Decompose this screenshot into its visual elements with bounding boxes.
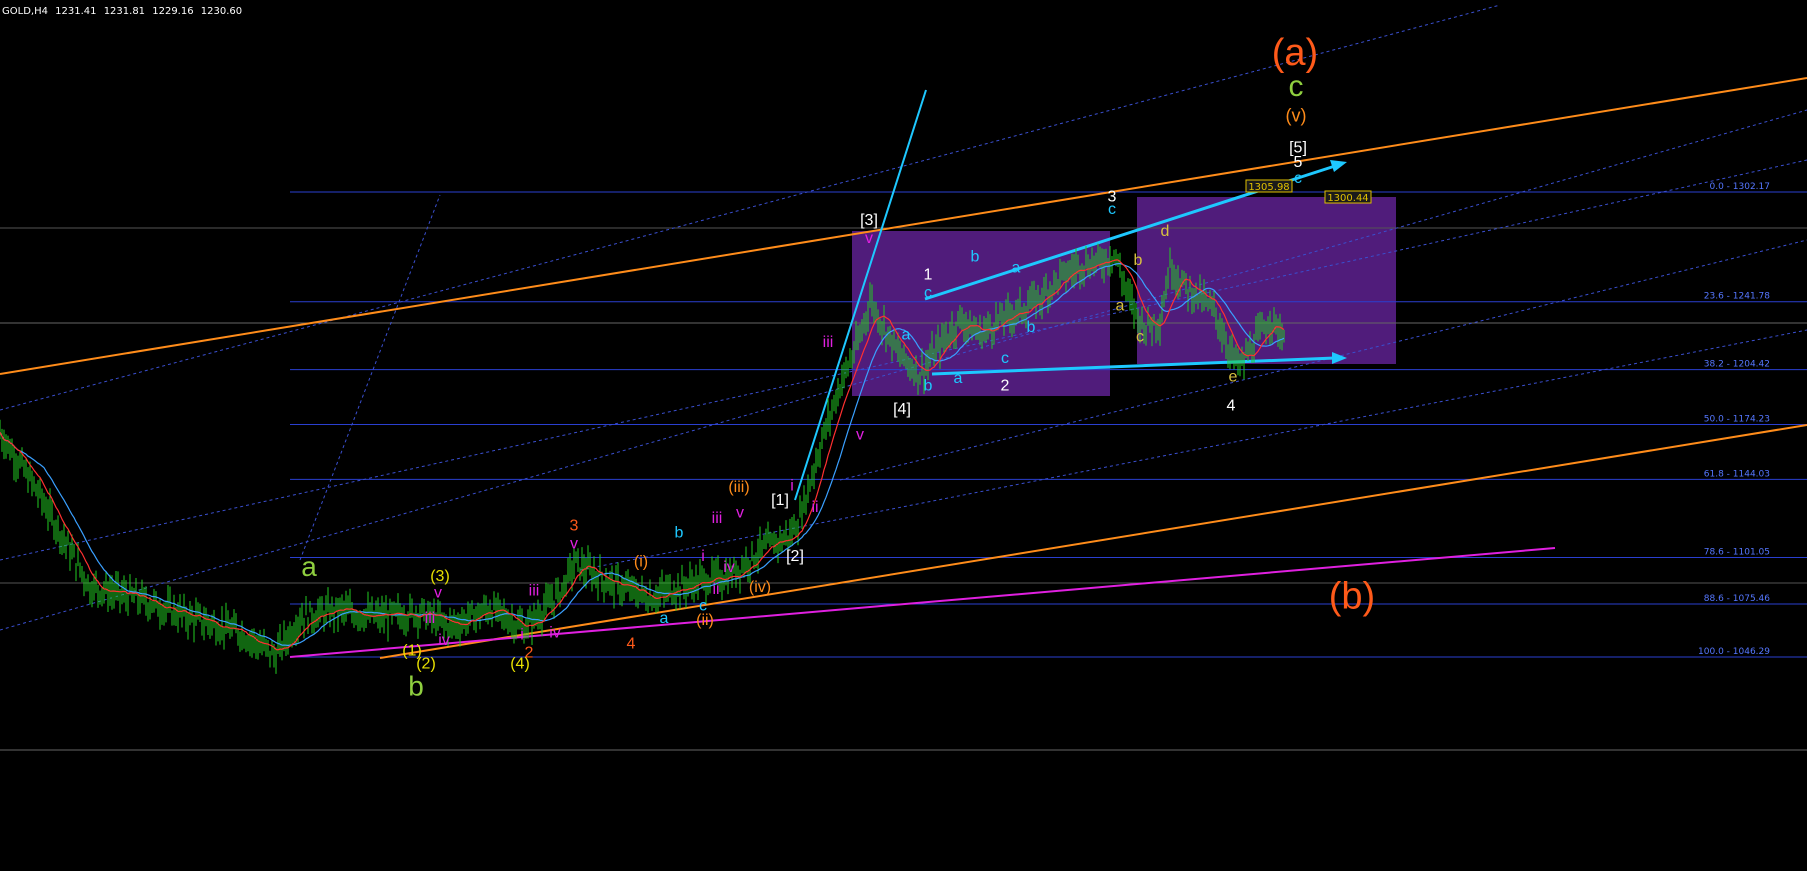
chart-header: GOLD,H4 1231.41 1231.81 1229.16 1230.60 [2, 6, 246, 17]
wave-label: 4 [627, 635, 636, 652]
close-value: 1230.60 [200, 6, 243, 17]
wave-label: iv [438, 632, 450, 649]
wave-label: [3] [860, 212, 878, 229]
wave-label: (3) [430, 568, 450, 585]
wave-label: c [924, 285, 932, 302]
wave-label: [4] [893, 401, 911, 418]
fib-level-label: 38.2 - 1204.42 [1704, 360, 1770, 370]
wave-label: a [902, 327, 911, 344]
wave-label: i [790, 477, 794, 494]
wave-label: ii [712, 581, 719, 598]
fib-level-label: 50.0 - 1174.23 [1704, 415, 1770, 425]
wave-label: a [954, 370, 963, 387]
wave-label: b [675, 525, 684, 542]
fib-level-label: 78.6 - 1101.05 [1704, 547, 1770, 557]
wave-label: v [434, 585, 442, 602]
low-value: 1229.16 [152, 6, 194, 17]
wave-label: ii [811, 499, 818, 516]
wave-label: iii [712, 510, 723, 527]
wave-label: (4) [510, 655, 530, 672]
wave-label: iii [425, 610, 436, 627]
wave-label: c [1108, 201, 1116, 218]
wave-label: i [520, 626, 524, 643]
dotted-channel-line [579, 329, 1807, 571]
orange-trendline-lower [379, 424, 1807, 659]
wave-label: (i) [634, 554, 648, 571]
cyan-arrowhead-upper [1330, 160, 1347, 172]
open-value: 1231.41 [55, 6, 97, 17]
wave-label: (b) [1329, 575, 1375, 617]
wave-label: 5 [1294, 154, 1303, 171]
symbol-label: GOLD,H4 [2, 6, 48, 17]
wave-label: 3 [570, 517, 579, 534]
price-tag-label: 1305.98 [1248, 182, 1289, 193]
wave-label: c [1289, 70, 1304, 103]
wave-label: b [1134, 252, 1143, 269]
wave-label: b [408, 671, 424, 702]
wave-label: i [701, 548, 705, 565]
wave-label: d [1161, 223, 1170, 240]
high-value: 1231.81 [103, 6, 146, 17]
wave-label: a [301, 551, 317, 582]
wave-label: (iv) [749, 579, 771, 596]
wave-label: v [570, 535, 578, 552]
wave-label: v [865, 230, 873, 247]
wave-label: 4 [1227, 397, 1236, 414]
fib-level-label: 88.6 - 1075.46 [1704, 594, 1770, 604]
wave-label: (v) [1286, 105, 1307, 125]
wave-label: 1 [924, 267, 933, 284]
wave-label: b [924, 377, 933, 394]
wave-label: iv [723, 559, 735, 576]
wave-label: a [1116, 297, 1125, 314]
wave-label: [1] [771, 492, 789, 509]
wave-label: b [971, 248, 980, 265]
wave-label: b [1027, 319, 1036, 336]
wave-label: (iii) [728, 479, 749, 496]
wave-label: v [736, 505, 744, 522]
wave-label: iv [549, 625, 561, 642]
fib-level-label: 0.0 - 1302.17 [1710, 182, 1771, 192]
wave-label: e [1229, 368, 1238, 385]
wave-label: 2 [1001, 377, 1010, 394]
wave-label: iii [529, 583, 540, 600]
dotted-channel-line [299, 194, 441, 561]
wave-label: c [1136, 328, 1144, 345]
wave-label: v [856, 426, 864, 443]
wave-label: a [1012, 259, 1021, 276]
wave-label: a [660, 610, 669, 627]
fib-level-label: 61.8 - 1144.03 [1704, 469, 1770, 479]
wave-label: c [1001, 350, 1009, 367]
fib-level-label: 23.6 - 1241.78 [1704, 292, 1770, 302]
wave-label: (ii) [696, 612, 714, 629]
wave-label: (a) [1272, 32, 1318, 74]
fib-level-label: 100.0 - 1046.29 [1698, 647, 1770, 657]
price-chart[interactable]: 0.0 - 1302.17 23.6 - 1241.78 38.2 - 1204.4… [0, 0, 1807, 871]
price-tag-label: 1300.44 [1327, 193, 1368, 204]
wave-label: iii [823, 334, 834, 351]
wave-label: [2] [786, 548, 804, 565]
wave-label: c [1294, 170, 1302, 187]
